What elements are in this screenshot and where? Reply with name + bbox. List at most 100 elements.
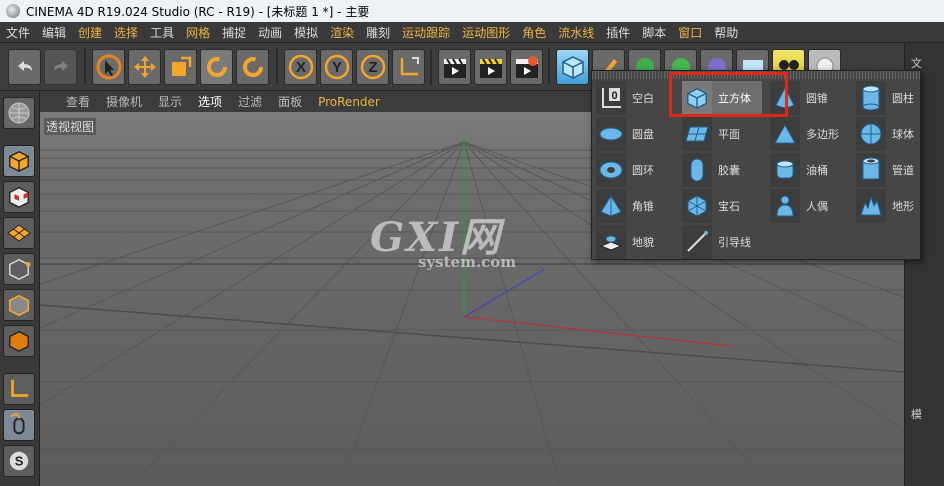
menu-character[interactable]: 角色 [522, 24, 546, 41]
coordinate-system-button[interactable] [392, 49, 425, 85]
points-mode-button[interactable] [3, 253, 35, 285]
viewport-menu-view[interactable]: 查看 [66, 93, 90, 110]
viewport-menu-filter[interactable]: 过滤 [238, 93, 262, 110]
menu-help[interactable]: 帮助 [714, 24, 738, 41]
menu-mograph[interactable]: 运动图形 [462, 24, 510, 41]
texture-mode-button[interactable] [3, 181, 35, 213]
attributes-panel-title: 模 [911, 408, 922, 421]
viewport-menu-cameras[interactable]: 摄像机 [106, 93, 142, 110]
menu-tools[interactable]: 工具 [150, 24, 174, 41]
move-tool-button[interactable] [128, 49, 161, 85]
render-view-button[interactable] [438, 49, 471, 85]
menu-select[interactable]: 选择 [114, 24, 138, 41]
object-sphere[interactable]: 球体 [856, 117, 936, 151]
workplane-mode-button[interactable] [3, 217, 35, 249]
polygons-mode-button[interactable] [3, 325, 35, 357]
plane-icon [682, 117, 712, 151]
object-polygon[interactable]: 多边形 [770, 117, 850, 151]
coordinate-system-icon [400, 57, 419, 76]
watermark-domain: system.com [418, 253, 517, 271]
svg-text:0: 0 [611, 90, 617, 102]
toolbar-separator [84, 49, 86, 85]
capsule-icon [682, 153, 712, 187]
clapboard-icon [443, 58, 466, 78]
redo-button[interactable] [44, 49, 77, 85]
object-capsule[interactable]: 胶囊 [682, 153, 762, 187]
object-platonic[interactable]: 宝石 [682, 189, 762, 223]
select-tool-button[interactable] [92, 49, 125, 85]
viewport-menu-options[interactable]: 选项 [198, 93, 222, 110]
null-icon: 0 [596, 81, 626, 115]
object-relief[interactable]: 地貌 [596, 225, 676, 259]
viewport-menu-display[interactable]: 显示 [158, 93, 182, 110]
menu-simulate[interactable]: 模拟 [294, 24, 318, 41]
menu-edit[interactable]: 编辑 [42, 24, 66, 41]
object-null[interactable]: 0 空白 [596, 81, 676, 115]
title-bar: CINEMA 4D R19.024 Studio (RC - R19) - [未… [0, 0, 944, 22]
snapping-button[interactable]: S [3, 445, 35, 477]
c4d-logo-icon [6, 4, 20, 18]
make-editable-button[interactable] [3, 97, 35, 129]
selection-highlight [669, 72, 788, 117]
object-pyramid[interactable]: 角锥 [596, 189, 676, 223]
object-cylinder[interactable]: 圆柱 [856, 81, 936, 115]
svg-text:Y: Y [331, 59, 341, 76]
platonic-icon [682, 189, 712, 223]
points-cube-icon [9, 258, 31, 280]
object-landscape[interactable]: 地形 [856, 189, 936, 223]
x-axis-lock-button[interactable]: X [284, 49, 317, 85]
menu-window[interactable]: 窗口 [678, 24, 702, 41]
torus-icon [596, 153, 626, 187]
menu-script[interactable]: 脚本 [642, 24, 666, 41]
object-torus[interactable]: 圆环 [596, 153, 676, 187]
clapboard-gear-icon [515, 56, 538, 78]
render-picture-viewer-button[interactable] [474, 49, 507, 85]
menu-plugins[interactable]: 插件 [606, 24, 630, 41]
object-disc[interactable]: 圆盘 [596, 117, 676, 151]
enable-axis-button[interactable] [3, 373, 35, 405]
cylinder-icon [856, 81, 886, 115]
object-figure[interactable]: 人偶 [770, 189, 850, 223]
object-tube[interactable]: 管道 [856, 153, 936, 187]
recent-tool-button[interactable] [236, 49, 269, 85]
menu-create[interactable]: 创建 [78, 24, 102, 41]
checker-cube-icon [9, 186, 29, 208]
scale-tool-button[interactable] [164, 49, 197, 85]
toolbar-separator [276, 49, 278, 85]
left-mode-toolbar: S [0, 91, 40, 486]
tweak-mode-button[interactable] [3, 409, 35, 441]
tube-icon [856, 153, 886, 187]
menu-sculpt[interactable]: 雕刻 [366, 24, 390, 41]
model-mode-button[interactable] [3, 145, 35, 177]
edges-mode-button[interactable] [3, 289, 35, 321]
oil-tank-icon [770, 153, 800, 187]
menu-pipeline[interactable]: 流水线 [558, 24, 594, 41]
object-plane[interactable]: 平面 [682, 117, 762, 151]
undo-button[interactable] [8, 49, 41, 85]
landscape-icon [856, 189, 886, 223]
menu-render[interactable]: 渲染 [330, 24, 354, 41]
y-axis-icon: Y [324, 54, 349, 80]
polygon-icon [770, 117, 800, 151]
menu-snap[interactable]: 捕捉 [222, 24, 246, 41]
viewport-title: 透视视图 [44, 118, 97, 135]
viewport-menu-prorender[interactable]: ProRender [318, 95, 380, 109]
add-cube-button[interactable] [556, 49, 589, 85]
scale-icon [171, 56, 191, 76]
cube-icon [9, 150, 29, 172]
menu-motion-tracking[interactable]: 运动跟踪 [402, 24, 450, 41]
render-settings-button[interactable] [510, 49, 543, 85]
z-axis-icon: Z [360, 54, 385, 80]
mouse-icon [10, 413, 25, 435]
menu-animate[interactable]: 动画 [258, 24, 282, 41]
object-oil-tank[interactable]: 油桶 [770, 153, 850, 187]
snap-icon: S [9, 451, 29, 471]
rotate-tool-button[interactable] [200, 49, 233, 85]
z-axis-lock-button[interactable]: Z [356, 49, 389, 85]
y-axis-lock-button[interactable]: Y [320, 49, 353, 85]
menu-file[interactable]: 文件 [6, 24, 30, 41]
viewport-menu-panel[interactable]: 面板 [278, 93, 302, 110]
menu-bar: 文件 编辑 创建 选择 工具 网格 捕捉 动画 模拟 渲染 雕刻 运动跟踪 运动… [0, 22, 944, 43]
object-guide[interactable]: 引导线 [682, 225, 762, 259]
menu-mesh[interactable]: 网格 [186, 24, 210, 41]
